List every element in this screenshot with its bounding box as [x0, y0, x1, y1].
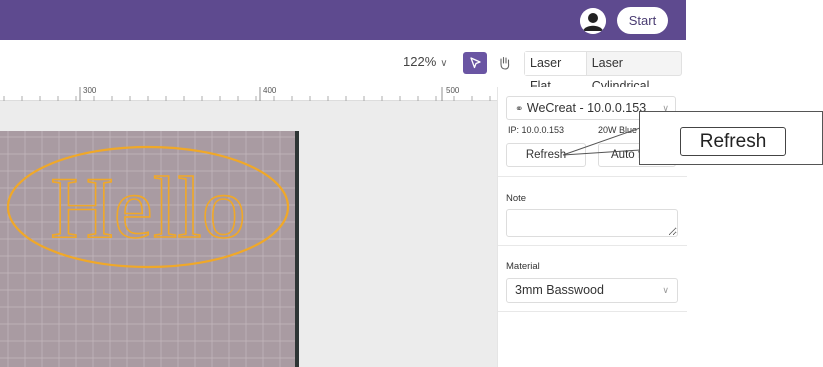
- material-value: 3mm Basswood: [515, 283, 604, 297]
- ruler-ticks: [3, 87, 491, 101]
- mode-switch: Laser Flat Laser Cylindrical: [524, 51, 682, 93]
- note-label: Note: [506, 193, 527, 204]
- chevron-down-icon: ∨: [662, 285, 669, 295]
- chevron-down-icon: ∨: [440, 58, 448, 69]
- callout-refresh-label: Refresh: [680, 127, 786, 156]
- zoom-select[interactable]: 122% ∨: [403, 54, 448, 69]
- ruler-label: 400: [263, 86, 277, 95]
- wifi-icon: ⚭: [515, 104, 524, 115]
- select-tool-button[interactable]: [463, 52, 487, 74]
- divider: [498, 311, 687, 312]
- material-select[interactable]: 3mm Basswood ∨: [506, 278, 678, 303]
- hand-icon: [500, 56, 510, 70]
- note-field[interactable]: [506, 209, 678, 237]
- tab-laser-cylindrical[interactable]: Laser Cylindrical: [587, 52, 681, 93]
- ruler-label: 500: [446, 86, 460, 95]
- refresh-button[interactable]: Refresh: [506, 143, 586, 167]
- hello-design[interactable]: Hello: [0, 101, 300, 367]
- design-text: Hello: [50, 160, 246, 257]
- zoom-value: 122%: [403, 54, 437, 69]
- ruler-label: 300: [83, 86, 97, 95]
- pointer-icon: [470, 57, 481, 69]
- divider: [498, 245, 687, 246]
- horizontal-ruler: 300 400 500: [0, 86, 497, 101]
- laser-type: 20W Blue: [598, 125, 638, 135]
- start-button[interactable]: Start: [617, 7, 668, 34]
- work-canvas[interactable]: Hello: [0, 101, 497, 367]
- material-label: Material: [506, 261, 540, 272]
- divider: [498, 176, 687, 177]
- user-avatar-icon[interactable]: [580, 8, 606, 34]
- tab-laser-flat[interactable]: Laser Flat: [525, 52, 587, 93]
- pan-tool-button[interactable]: [495, 52, 515, 74]
- device-name: WeCreat - 10.0.0.153: [526, 101, 647, 115]
- device-ip: IP: 10.0.0.153: [508, 125, 565, 135]
